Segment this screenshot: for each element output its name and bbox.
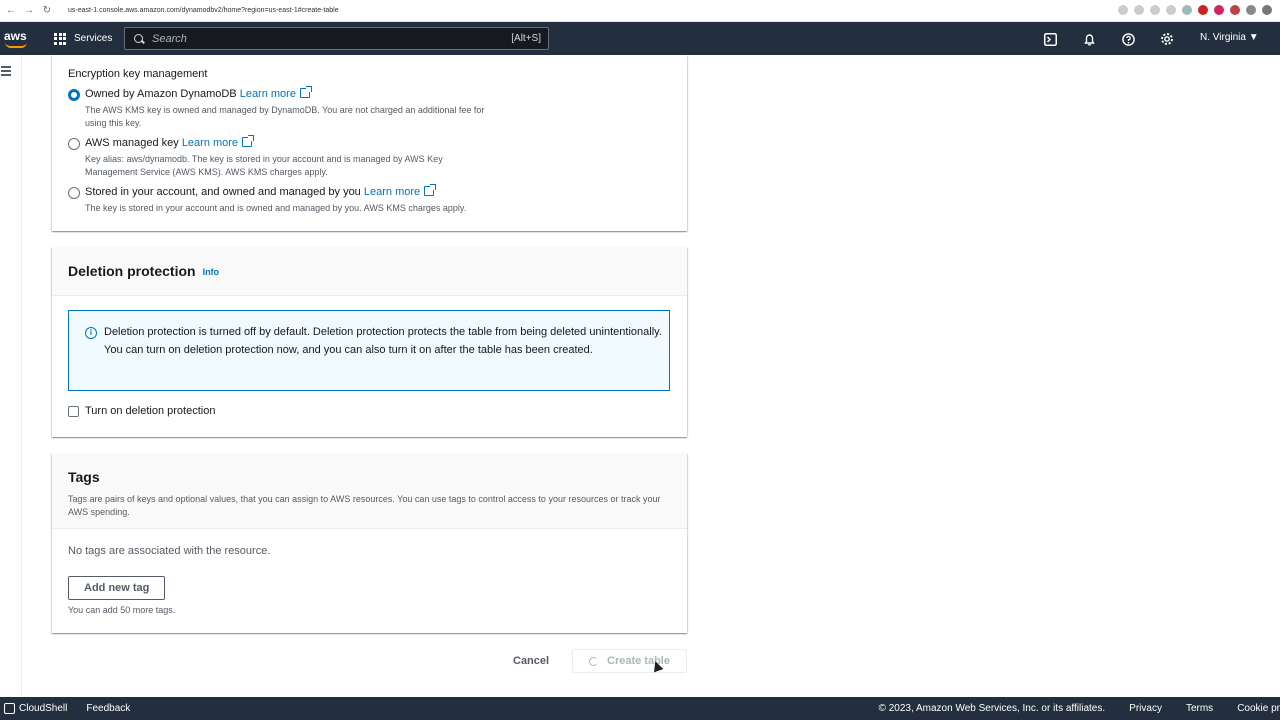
encryption-heading: Encryption key management [68, 68, 208, 80]
services-menu[interactable]: Services [54, 32, 113, 45]
learn-more-link[interactable]: Learn more [364, 186, 420, 198]
info-alert: i Deletion protection is turned off by d… [68, 310, 670, 391]
address-bar[interactable]: us-east-1.console.aws.amazon.com/dynamod… [68, 7, 339, 14]
cloudshell-icon [4, 703, 15, 714]
extension-icon[interactable] [1246, 5, 1256, 15]
cloudshell-link[interactable]: CloudShell [19, 703, 67, 714]
search-input[interactable] [152, 32, 472, 45]
browser-extensions [1118, 5, 1272, 15]
tags-panel: Tags Tags are pairs of keys and optional… [52, 453, 687, 633]
radio-owned-by-dynamodb[interactable] [68, 89, 80, 101]
option-description: The AWS KMS key is owned and managed by … [85, 105, 485, 115]
hamburger-menu-icon[interactable] [1, 66, 11, 78]
aws-smile-icon [5, 42, 27, 48]
search-icon [134, 33, 144, 44]
option-description: Key alias: aws/dynamodb. The key is stor… [85, 154, 443, 164]
option-label: Owned by Amazon DynamoDB Learn more [85, 86, 312, 100]
learn-more-link[interactable]: Learn more [182, 137, 238, 149]
region-selector[interactable]: N. Virginia ▼ [1200, 32, 1259, 43]
aws-top-nav: aws Services [Alt+S] N. Virginia ▼ [0, 22, 1280, 55]
cookie-preferences-link[interactable]: Cookie pr [1237, 703, 1280, 714]
info-alert-text: Deletion protection is turned off by def… [104, 326, 662, 356]
forward-icon[interactable]: → [22, 4, 36, 18]
panel-title: Tags [68, 469, 100, 485]
search-shortcut: [Alt+S] [511, 33, 541, 44]
footer-links: © 2023, Amazon Web Services, Inc. or its… [879, 703, 1280, 714]
empty-tags-message: No tags are associated with the resource… [68, 545, 271, 557]
option-label: Stored in your account, and owned and ma… [85, 184, 437, 198]
deletion-protection-panel: Deletion protection Info i Deletion prote… [52, 247, 687, 437]
star-icon[interactable] [1166, 5, 1176, 15]
extension-icon[interactable] [1214, 5, 1224, 15]
info-icon: i [85, 327, 97, 339]
copyright-text: © 2023, Amazon Web Services, Inc. or its… [878, 703, 1106, 714]
reload-icon[interactable]: ↻ [40, 4, 54, 18]
cloudshell-icon[interactable] [1042, 31, 1058, 47]
privacy-link[interactable]: Privacy [1129, 703, 1162, 714]
zoom-icon[interactable] [1134, 5, 1144, 15]
grid-icon [54, 32, 66, 45]
cancel-button[interactable]: Cancel [513, 655, 549, 667]
panel-header: Deletion protection Info [52, 247, 687, 296]
footer: CloudShell Feedback © 2023, Amazon Web S… [0, 697, 1280, 720]
option-description: using this key. [85, 118, 142, 128]
option-description: The key is stored in your account and is… [85, 203, 467, 213]
extension-icon[interactable] [1262, 5, 1272, 15]
external-link-icon [424, 184, 437, 196]
aws-logo[interactable]: aws [4, 27, 30, 51]
bell-icon[interactable] [1081, 31, 1097, 47]
info-link[interactable]: Info [203, 267, 220, 277]
share-icon[interactable] [1150, 5, 1160, 15]
google-icon[interactable] [1118, 5, 1128, 15]
panel-header: Tags Tags are pairs of keys and optional… [52, 453, 687, 529]
encryption-panel: Encryption key management Owned by Amazo… [52, 55, 687, 231]
tags-description: Tags are pairs of keys and optional valu… [68, 494, 661, 517]
add-new-tag-button[interactable]: Add new tag [68, 576, 166, 600]
tags-limit-note: You can add 50 more tags. [68, 605, 176, 615]
external-link-icon [242, 135, 255, 147]
browser-bar: ← → ↻ us-east-1.console.aws.amazon.com/d… [0, 0, 1280, 22]
learn-more-link[interactable]: Learn more [240, 88, 296, 100]
deletion-protection-checkbox[interactable] [68, 406, 79, 417]
external-link-icon [299, 86, 312, 98]
terms-link[interactable]: Terms [1186, 703, 1213, 714]
help-icon[interactable] [1120, 31, 1136, 47]
gear-icon[interactable] [1159, 31, 1175, 47]
panel-title: Deletion protection Info [68, 263, 220, 279]
left-sidebar [0, 55, 22, 697]
feedback-link[interactable]: Feedback [86, 703, 130, 714]
extension-icon[interactable] [1198, 5, 1208, 15]
search-bar[interactable]: [Alt+S] [124, 27, 549, 50]
checkbox-label[interactable]: Turn on deletion protection [85, 405, 215, 417]
loading-spinner-icon [589, 656, 598, 666]
back-icon[interactable]: ← [4, 4, 18, 18]
radio-customer-managed-key[interactable] [68, 187, 80, 199]
option-label: AWS managed key Learn more [85, 135, 255, 149]
option-description: Management Service (AWS KMS). AWS KMS ch… [85, 167, 328, 177]
services-label: Services [74, 33, 113, 44]
radio-aws-managed-key[interactable] [68, 138, 80, 150]
extension-icon[interactable] [1230, 5, 1240, 15]
extension-icon[interactable] [1182, 5, 1192, 15]
create-table-button[interactable]: Create table [572, 649, 687, 673]
